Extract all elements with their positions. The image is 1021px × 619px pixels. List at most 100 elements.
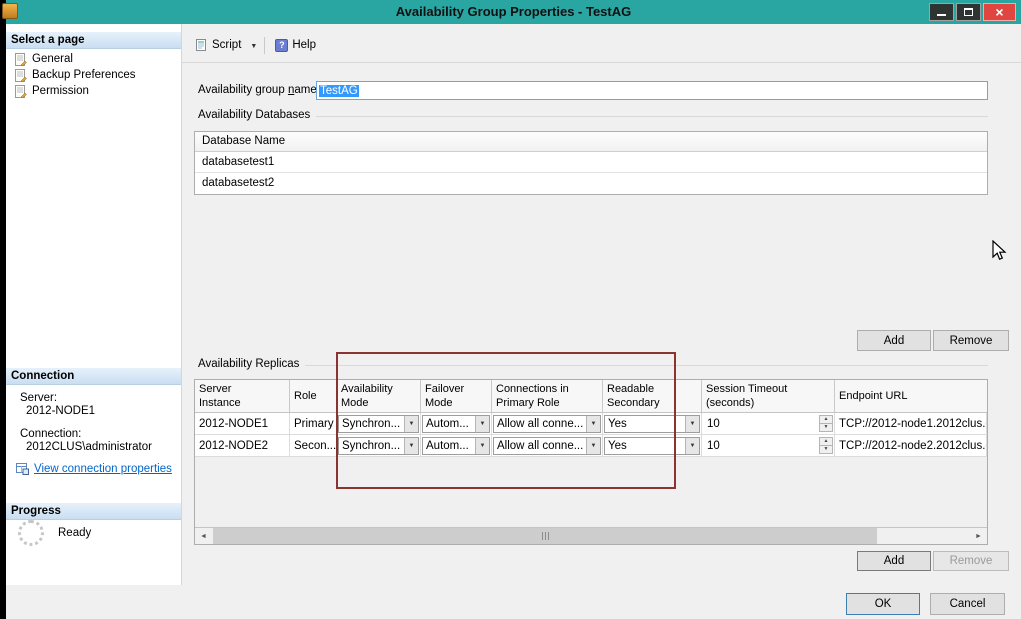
- connections-primary-role-combo[interactable]: Allow all conne... ▼: [493, 437, 601, 455]
- script-dropdown-button[interactable]: ▼: [247, 37, 260, 53]
- chevron-down-icon: ▼: [250, 43, 257, 50]
- column-header-session-timeout: Session Timeout (seconds): [702, 380, 835, 412]
- session-timeout-input[interactable]: 10 ▲ ▼: [703, 437, 833, 455]
- readable-secondary-cell: Yes ▼: [603, 435, 702, 456]
- close-button[interactable]: ×: [983, 3, 1016, 21]
- readable-secondary-combo[interactable]: Yes ▼: [604, 415, 700, 433]
- sidebar-item-label: Backup Preferences: [32, 69, 136, 81]
- main-panel: Script ▼ ? Help Availability group name:…: [182, 24, 1021, 585]
- toolbar-separator: [264, 37, 265, 54]
- database-row[interactable]: databasetest2: [195, 173, 987, 194]
- help-button[interactable]: ? Help: [269, 36, 322, 55]
- spin-down-icon: ▼: [824, 447, 829, 452]
- column-header-role: Role: [290, 380, 337, 412]
- chevron-down-icon: ▼: [480, 421, 486, 427]
- databases-remove-button[interactable]: Remove: [933, 330, 1009, 351]
- scrollbar-thumb[interactable]: [213, 528, 877, 544]
- session-timeout-cell: 10 ▲ ▼: [702, 435, 835, 456]
- connections-primary-role-cell: Allow all conne... ▼: [492, 435, 603, 456]
- replicas-add-button[interactable]: Add: [857, 551, 931, 571]
- progress-header: Progress: [6, 503, 181, 520]
- availability-mode-cell: Synchron... ▼: [337, 413, 421, 434]
- chevron-down-icon: ▼: [591, 443, 597, 449]
- readable-secondary-cell: Yes ▼: [603, 413, 702, 434]
- combo-dropdown-button[interactable]: ▼: [685, 416, 699, 432]
- databases-column-header: Database Name: [195, 132, 987, 152]
- column-header-server-instance: Server Instance: [195, 380, 290, 412]
- column-header-endpoint-url: Endpoint URL: [835, 380, 987, 412]
- combo-dropdown-button[interactable]: ▼: [586, 438, 600, 454]
- availability-databases-section: Availability Databases: [198, 108, 988, 122]
- maximize-button[interactable]: [956, 3, 981, 21]
- combo-value: Yes: [605, 440, 685, 452]
- spin-up-icon: ▲: [824, 417, 829, 422]
- failover-mode-combo[interactable]: Autom... ▼: [422, 437, 490, 455]
- combo-value: Synchron...: [339, 440, 404, 452]
- close-icon: ×: [995, 4, 1003, 20]
- session-timeout-input[interactable]: 10 ▲ ▼: [703, 415, 833, 433]
- connection-header: Connection: [6, 368, 181, 385]
- availability-mode-combo[interactable]: Synchron... ▼: [338, 415, 419, 433]
- connection-properties-icon: [16, 462, 29, 475]
- script-button[interactable]: Script: [188, 35, 247, 55]
- sidebar-item-backup-preferences[interactable]: Backup Preferences: [6, 67, 181, 83]
- grid-empty-area: [195, 457, 987, 527]
- scroll-left-button[interactable]: ◄: [195, 528, 212, 544]
- role-cell: Secon...: [290, 435, 337, 456]
- dialog-window: Availability Group Properties - TestAG ×…: [6, 0, 1021, 619]
- help-icon: ?: [275, 39, 288, 52]
- combo-dropdown-button[interactable]: ▼: [475, 438, 489, 454]
- server-instance-cell: 2012-NODE1: [195, 413, 290, 434]
- view-connection-properties-link[interactable]: View connection properties: [16, 462, 172, 475]
- scroll-right-button[interactable]: ►: [970, 528, 987, 544]
- failover-mode-combo[interactable]: Autom... ▼: [422, 415, 490, 433]
- availability-mode-combo[interactable]: Synchron... ▼: [338, 437, 419, 455]
- cancel-button[interactable]: Cancel: [930, 593, 1005, 615]
- column-header-failover-mode: Failover Mode: [421, 380, 492, 412]
- database-row[interactable]: databasetest1: [195, 152, 987, 173]
- sidebar-item-permission[interactable]: Permission: [6, 83, 181, 99]
- combo-dropdown-button[interactable]: ▼: [586, 416, 600, 432]
- readable-secondary-combo[interactable]: Yes ▼: [604, 437, 700, 455]
- chevron-down-icon: ▼: [409, 443, 415, 449]
- replicas-grid: Server Instance Role Availability Mode F…: [194, 379, 988, 545]
- databases-add-button[interactable]: Add: [857, 330, 931, 351]
- combo-dropdown-button[interactable]: ▼: [475, 416, 489, 432]
- spin-down-button[interactable]: ▼: [819, 445, 833, 454]
- availability-group-name-label: Availability group name:: [198, 84, 320, 96]
- minimize-icon: [937, 14, 946, 16]
- scrollbar-track[interactable]: [212, 528, 970, 544]
- combo-value: Synchron...: [339, 418, 404, 430]
- replicas-header-row: Server Instance Role Availability Mode F…: [195, 380, 987, 413]
- chevron-down-icon: ▼: [591, 421, 597, 427]
- combo-dropdown-button[interactable]: ▼: [685, 438, 699, 454]
- toolbar: Script ▼ ? Help: [188, 32, 322, 58]
- ok-button[interactable]: OK: [846, 593, 920, 615]
- availability-databases-label: Availability Databases: [198, 109, 310, 121]
- availability-group-name-input[interactable]: TestAG: [316, 81, 988, 100]
- availability-mode-cell: Synchron... ▼: [337, 435, 421, 456]
- horizontal-scrollbar[interactable]: ◄ ►: [195, 527, 987, 544]
- sidebar-item-general[interactable]: General: [6, 51, 181, 67]
- spin-down-icon: ▼: [824, 425, 829, 430]
- spin-down-button[interactable]: ▼: [819, 423, 833, 432]
- minimize-button[interactable]: [929, 3, 954, 21]
- page-icon: [14, 69, 27, 82]
- chevron-down-icon: ▼: [690, 421, 696, 427]
- connections-primary-role-combo[interactable]: Allow all conne... ▼: [493, 415, 601, 433]
- titlebar[interactable]: Availability Group Properties - TestAG ×: [6, 0, 1021, 24]
- scroll-left-icon: ◄: [200, 533, 207, 540]
- replica-row[interactable]: 2012-NODE1 Primary Synchron... ▼ Autom..…: [195, 413, 987, 435]
- window-title: Availability Group Properties - TestAG: [6, 4, 1021, 19]
- combo-dropdown-button[interactable]: ▼: [404, 438, 418, 454]
- chevron-down-icon: ▼: [690, 443, 696, 449]
- section-rule: [316, 116, 988, 117]
- combo-value: Autom...: [423, 440, 475, 452]
- column-header-availability-mode: Availability Mode: [337, 380, 421, 412]
- role-cell: Primary: [290, 413, 337, 434]
- combo-dropdown-button[interactable]: ▼: [404, 416, 418, 432]
- replicas-remove-button: Remove: [933, 551, 1009, 571]
- replica-row[interactable]: 2012-NODE2 Secon... Synchron... ▼ Autom.…: [195, 435, 987, 457]
- combo-value: Allow all conne...: [494, 440, 586, 452]
- connection-value: 2012CLUS\administrator: [26, 441, 152, 455]
